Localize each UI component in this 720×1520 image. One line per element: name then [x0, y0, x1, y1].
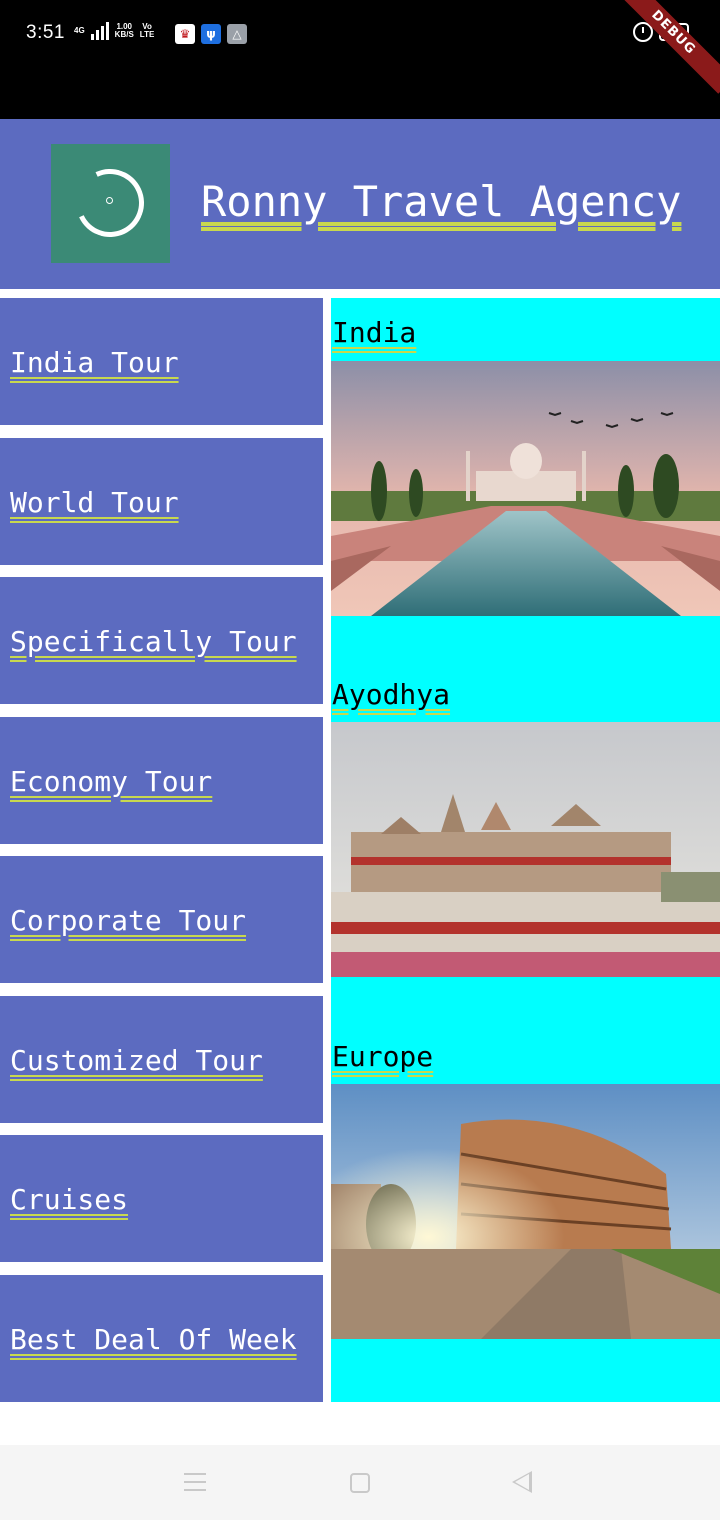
network-speed-unit: KB/S: [114, 30, 134, 39]
destination-label-india[interactable]: India: [332, 316, 416, 349]
drive-icon: △: [227, 24, 247, 44]
signal-icon: [90, 22, 109, 40]
menu-item-economy-tour[interactable]: Economy Tour: [0, 717, 323, 844]
menu-item-label[interactable]: India Tour: [10, 346, 179, 379]
ram-temple-image: [331, 722, 720, 977]
trophy-icon: ♛: [175, 24, 195, 44]
menu-item-india-tour[interactable]: India Tour: [0, 298, 323, 425]
menu-item-label[interactable]: Customized Tour: [10, 1044, 263, 1077]
network-speed: 1.00 KB/S: [115, 23, 134, 39]
recents-icon[interactable]: [184, 1473, 206, 1491]
network-type: 4G: [74, 26, 85, 35]
volte-bottom: LTE: [139, 30, 155, 39]
volte-indicator: Vo LTE: [140, 23, 155, 39]
destination-image-india[interactable]: [331, 361, 720, 616]
system-nav-bar: [0, 1445, 720, 1520]
destination-image-ayodhya[interactable]: [331, 722, 720, 977]
menu-item-customized-tour[interactable]: Customized Tour: [0, 996, 323, 1123]
menu-item-label[interactable]: World Tour: [10, 486, 179, 519]
debug-banner: DEBUG: [612, 0, 720, 94]
menu-item-best-deal[interactable]: Best Deal Of Week: [0, 1275, 323, 1402]
status-bar: 3:51 4G 1.00 KB/S Vo LTE ♛ ψ △ 80 DEBUG: [0, 0, 720, 119]
menu-item-label[interactable]: Best Deal Of Week: [10, 1323, 297, 1356]
destination-image-europe[interactable]: [331, 1084, 720, 1339]
menu-item-corporate-tour[interactable]: Corporate Tour: [0, 856, 323, 983]
menu-item-cruises[interactable]: Cruises: [0, 1135, 323, 1262]
menu-item-world-tour[interactable]: World Tour: [0, 438, 323, 565]
destination-label-europe[interactable]: Europe: [332, 1040, 433, 1073]
taj-mahal-image: [331, 361, 720, 616]
logo-dot-icon: [106, 197, 113, 204]
usb-icon: ψ: [201, 24, 221, 44]
colosseum-image: [331, 1084, 720, 1339]
logo[interactable]: [51, 144, 170, 263]
destination-label-ayodhya[interactable]: Ayodhya: [332, 678, 450, 711]
status-time: 3:51: [26, 22, 65, 43]
home-icon[interactable]: [350, 1473, 370, 1493]
app-header: Ronny Travel Agency: [0, 119, 720, 289]
menu-item-label[interactable]: Cruises: [10, 1183, 128, 1216]
menu-item-label[interactable]: Specifically Tour: [10, 625, 297, 658]
menu-item-specifically-tour[interactable]: Specifically Tour: [0, 577, 323, 704]
back-icon[interactable]: [512, 1471, 532, 1493]
menu-item-label[interactable]: Corporate Tour: [10, 904, 246, 937]
menu-item-label[interactable]: Economy Tour: [10, 765, 212, 798]
network-indicator: 4G 1.00 KB/S Vo LTE: [74, 22, 154, 40]
app-title[interactable]: Ronny Travel Agency: [201, 177, 681, 226]
destinations-panel: India Ayodhya Europe: [331, 298, 720, 1402]
notification-icons: ♛ ψ △: [175, 24, 247, 44]
